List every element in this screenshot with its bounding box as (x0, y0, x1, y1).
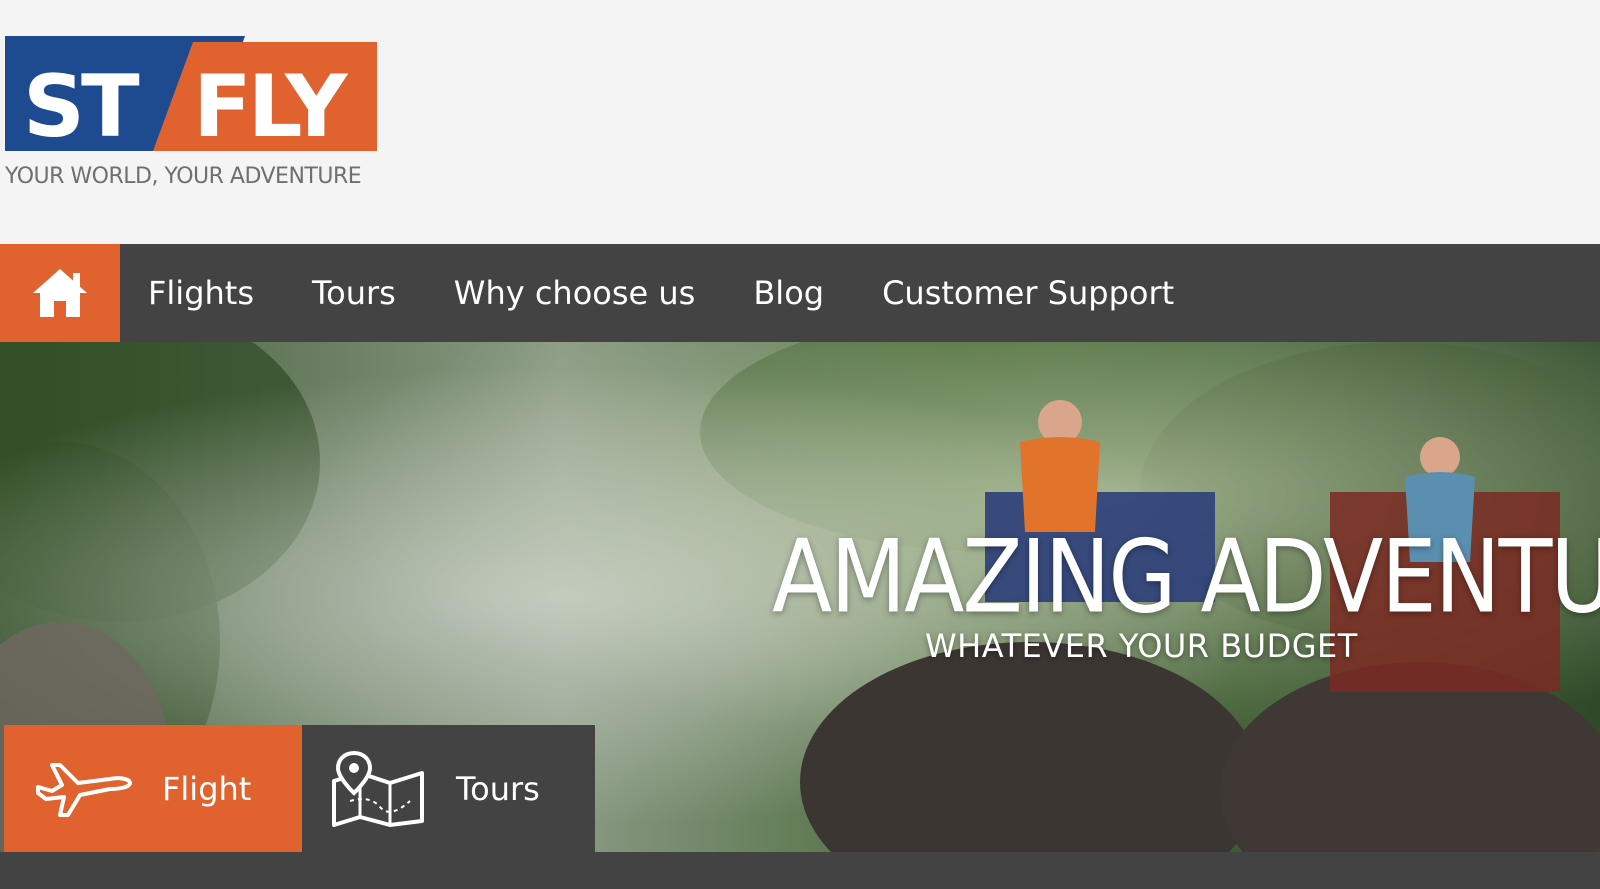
nav-items: Flights Tours Why choose us Blog Custome… (120, 244, 1232, 342)
svg-text:ST: ST (23, 57, 140, 156)
hero-subtitle: WHATEVER YOUR BUDGET (925, 627, 1358, 665)
nav-item-flights[interactable]: Flights (148, 274, 254, 312)
nav-item-tours[interactable]: Tours (312, 274, 396, 312)
nav-item-why-choose-us[interactable]: Why choose us (454, 274, 696, 312)
tab-flight-label: Flight (162, 769, 252, 808)
tab-flight[interactable]: Flight (4, 725, 302, 852)
main-nav: Flights Tours Why choose us Blog Custome… (0, 244, 1600, 342)
airplane-icon (36, 762, 132, 817)
hero-title: AMAZING ADVENTURES (772, 517, 1600, 636)
nav-item-customer-support[interactable]: Customer Support (882, 274, 1174, 312)
tab-tours[interactable]: Tours (302, 725, 595, 852)
tagline: YOUR WORLD, YOUR ADVENTURE (5, 164, 362, 189)
tab-tours-label: Tours (456, 769, 540, 808)
home-button[interactable] (0, 244, 120, 342)
site-header: ST FLY YOUR WORLD, YOUR ADVENTURE (0, 0, 1600, 244)
nav-item-blog[interactable]: Blog (753, 274, 824, 312)
home-icon (33, 269, 87, 317)
map-pin-icon (332, 750, 424, 827)
search-tabs: Flight Tours (4, 725, 595, 852)
logo-graphic: ST FLY (5, 36, 377, 156)
search-panel (0, 852, 1600, 889)
svg-text:FLY: FLY (193, 57, 349, 156)
